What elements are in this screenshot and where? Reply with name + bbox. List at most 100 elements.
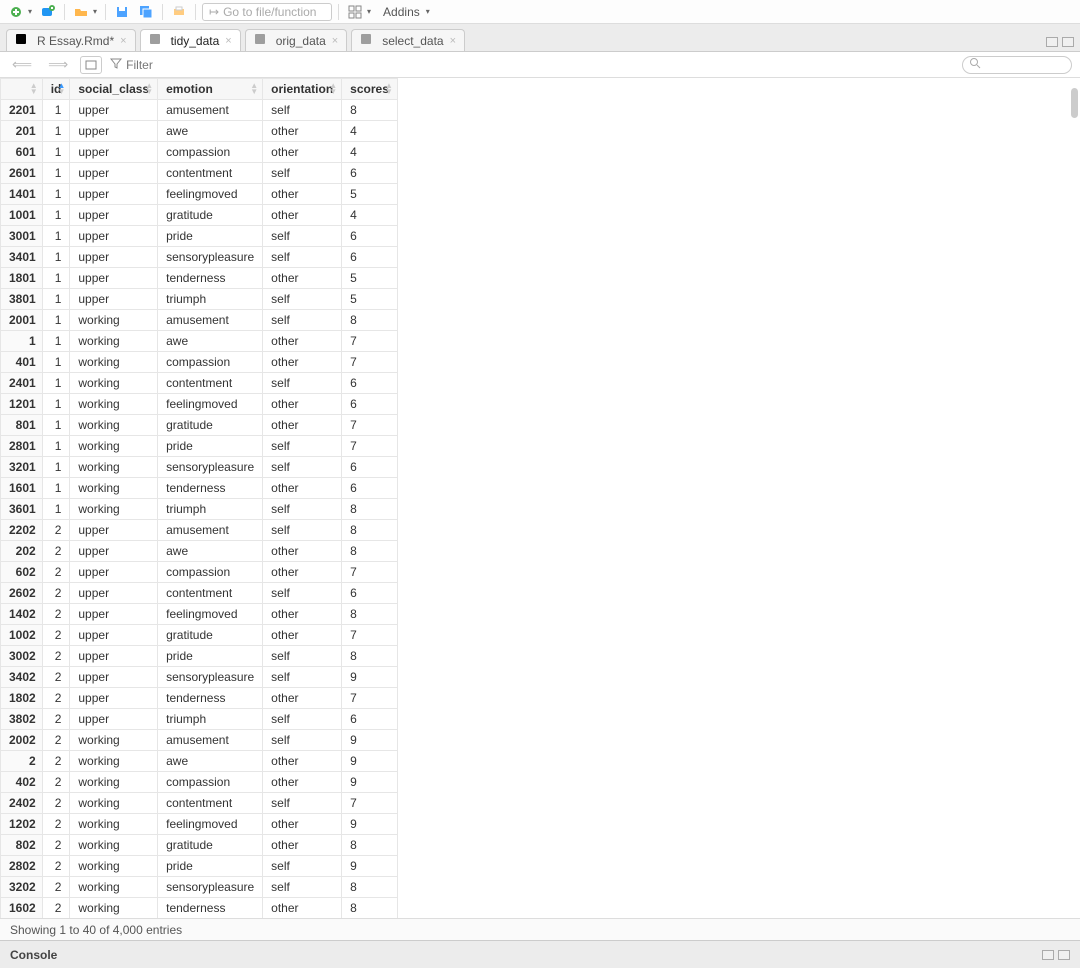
- cell-id: 1: [42, 310, 70, 331]
- cell-emotion: pride: [158, 856, 263, 877]
- table-row[interactable]: 12022workingfeelingmovedother9: [1, 814, 398, 835]
- col-header-rownum[interactable]: ▲▼: [1, 79, 43, 100]
- close-icon[interactable]: ×: [120, 35, 126, 47]
- table-row[interactable]: 28022workingprideself9: [1, 856, 398, 877]
- table-row[interactable]: 2011upperaweother4: [1, 121, 398, 142]
- table-row[interactable]: 20011workingamusementself8: [1, 310, 398, 331]
- table-row[interactable]: 11workingaweother7: [1, 331, 398, 352]
- panes-button[interactable]: ▾: [345, 3, 373, 21]
- tab-select-data[interactable]: select_data×: [351, 29, 465, 51]
- col-header-scores[interactable]: scores▲▼: [342, 79, 398, 100]
- table-row[interactable]: 6011uppercompassionother4: [1, 142, 398, 163]
- table-row[interactable]: 16022workingtendernessother8: [1, 898, 398, 919]
- chevron-down-icon: ▾: [28, 7, 32, 16]
- close-icon[interactable]: ×: [332, 35, 338, 47]
- table-row[interactable]: 22022upperamusementself8: [1, 520, 398, 541]
- cell-id: 1: [42, 268, 70, 289]
- console-pane-header[interactable]: Console: [0, 940, 1080, 968]
- nav-back-button[interactable]: ⟸: [8, 56, 36, 73]
- cell-emotion: feelingmoved: [158, 814, 263, 835]
- table-row[interactable]: 38022uppertriumphself6: [1, 709, 398, 730]
- addins-menu[interactable]: Addins ▾: [383, 5, 430, 19]
- minimize-pane-button[interactable]: [1046, 37, 1058, 47]
- table-row[interactable]: 24011workingcontentmentself6: [1, 373, 398, 394]
- table-row[interactable]: 4022workingcompassionother9: [1, 772, 398, 793]
- tab-r-essay-rmd-[interactable]: R Essay.Rmd*×: [6, 29, 136, 51]
- filter-button[interactable]: Filter: [110, 57, 153, 72]
- table-row[interactable]: 8011workinggratitudeother7: [1, 415, 398, 436]
- cell-rownum: 2802: [1, 856, 43, 877]
- new-project-button[interactable]: [38, 3, 58, 21]
- cell-orientation: other: [263, 331, 342, 352]
- cell-orientation: self: [263, 709, 342, 730]
- table-row[interactable]: 14011upperfeelingmovedother5: [1, 184, 398, 205]
- close-icon[interactable]: ×: [225, 35, 231, 47]
- col-header-id[interactable]: id▲▼: [42, 79, 70, 100]
- cell-orientation: other: [263, 562, 342, 583]
- maximize-pane-button[interactable]: [1062, 37, 1074, 47]
- tab-label: tidy_data: [171, 34, 220, 48]
- console-maximize-button[interactable]: [1058, 950, 1070, 960]
- cell-scores: 6: [342, 226, 398, 247]
- close-icon[interactable]: ×: [450, 35, 456, 47]
- table-row[interactable]: 20022workingamusementself9: [1, 730, 398, 751]
- cell-scores: 9: [342, 667, 398, 688]
- table-row[interactable]: 38011uppertriumphself5: [1, 289, 398, 310]
- cell-orientation: self: [263, 877, 342, 898]
- cell-scores: 6: [342, 247, 398, 268]
- save-button[interactable]: [112, 3, 132, 21]
- cell-scores: 9: [342, 751, 398, 772]
- col-header-social_class[interactable]: social_class▲▼: [70, 79, 158, 100]
- cell-scores: 9: [342, 856, 398, 877]
- console-minimize-button[interactable]: [1042, 950, 1054, 960]
- nav-forward-button[interactable]: ⟹: [44, 56, 72, 73]
- table-row[interactable]: 24022workingcontentmentself7: [1, 793, 398, 814]
- new-file-button[interactable]: ▾: [6, 3, 34, 21]
- console-label: Console: [10, 948, 57, 962]
- table-row[interactable]: 18022uppertendernessother7: [1, 688, 398, 709]
- cell-scores: 6: [342, 373, 398, 394]
- cell-orientation: self: [263, 646, 342, 667]
- tab-tidy-data[interactable]: tidy_data ×: [140, 29, 241, 51]
- table-row[interactable]: 34022uppersensorypleasureself9: [1, 667, 398, 688]
- cell-social-class: upper: [70, 268, 158, 289]
- table-row[interactable]: 16011workingtendernessother6: [1, 478, 398, 499]
- table-row[interactable]: 22011upperamusementself8: [1, 100, 398, 121]
- table-row[interactable]: 10011uppergratitudeother4: [1, 205, 398, 226]
- cell-emotion: contentment: [158, 583, 263, 604]
- goto-file-input[interactable]: ↦ Go to file/function: [202, 3, 332, 21]
- cell-emotion: pride: [158, 226, 263, 247]
- table-row[interactable]: 14022upperfeelingmovedother8: [1, 604, 398, 625]
- popout-button[interactable]: [80, 56, 102, 74]
- table-row[interactable]: 10022uppergratitudeother7: [1, 625, 398, 646]
- table-row[interactable]: 2022upperaweother8: [1, 541, 398, 562]
- table-row[interactable]: 22workingaweother9: [1, 751, 398, 772]
- col-header-orientation[interactable]: orientation▲▼: [263, 79, 342, 100]
- table-row[interactable]: 12011workingfeelingmovedother6: [1, 394, 398, 415]
- cell-emotion: feelingmoved: [158, 604, 263, 625]
- cell-emotion: amusement: [158, 100, 263, 121]
- col-header-emotion[interactable]: emotion▲▼: [158, 79, 263, 100]
- open-file-button[interactable]: ▾: [71, 3, 99, 21]
- table-row[interactable]: 30011upperprideself6: [1, 226, 398, 247]
- table-row[interactable]: 18011uppertendernessother5: [1, 268, 398, 289]
- save-all-button[interactable]: [136, 3, 156, 21]
- table-row[interactable]: 26022uppercontentmentself6: [1, 583, 398, 604]
- data-viewer-toolbar: ⟸ ⟹ Filter: [0, 52, 1080, 78]
- vertical-scrollbar-thumb[interactable]: [1071, 88, 1078, 118]
- cell-rownum: 802: [1, 835, 43, 856]
- table-row[interactable]: 6022uppercompassionother7: [1, 562, 398, 583]
- table-row[interactable]: 30022upperprideself8: [1, 646, 398, 667]
- tab-orig-data[interactable]: orig_data×: [245, 29, 347, 51]
- table-row[interactable]: 34011uppersensorypleasureself6: [1, 247, 398, 268]
- table-row[interactable]: 4011workingcompassionother7: [1, 352, 398, 373]
- table-row[interactable]: 32022workingsensorypleasureself8: [1, 877, 398, 898]
- table-row[interactable]: 26011uppercontentmentself6: [1, 163, 398, 184]
- table-row[interactable]: 32011workingsensorypleasureself6: [1, 457, 398, 478]
- print-button[interactable]: [169, 3, 189, 21]
- table-row[interactable]: 8022workinggratitudeother8: [1, 835, 398, 856]
- table-row[interactable]: 28011workingprideself7: [1, 436, 398, 457]
- search-input[interactable]: [962, 56, 1072, 74]
- table-row[interactable]: 36011workingtriumphself8: [1, 499, 398, 520]
- cell-scores: 6: [342, 163, 398, 184]
